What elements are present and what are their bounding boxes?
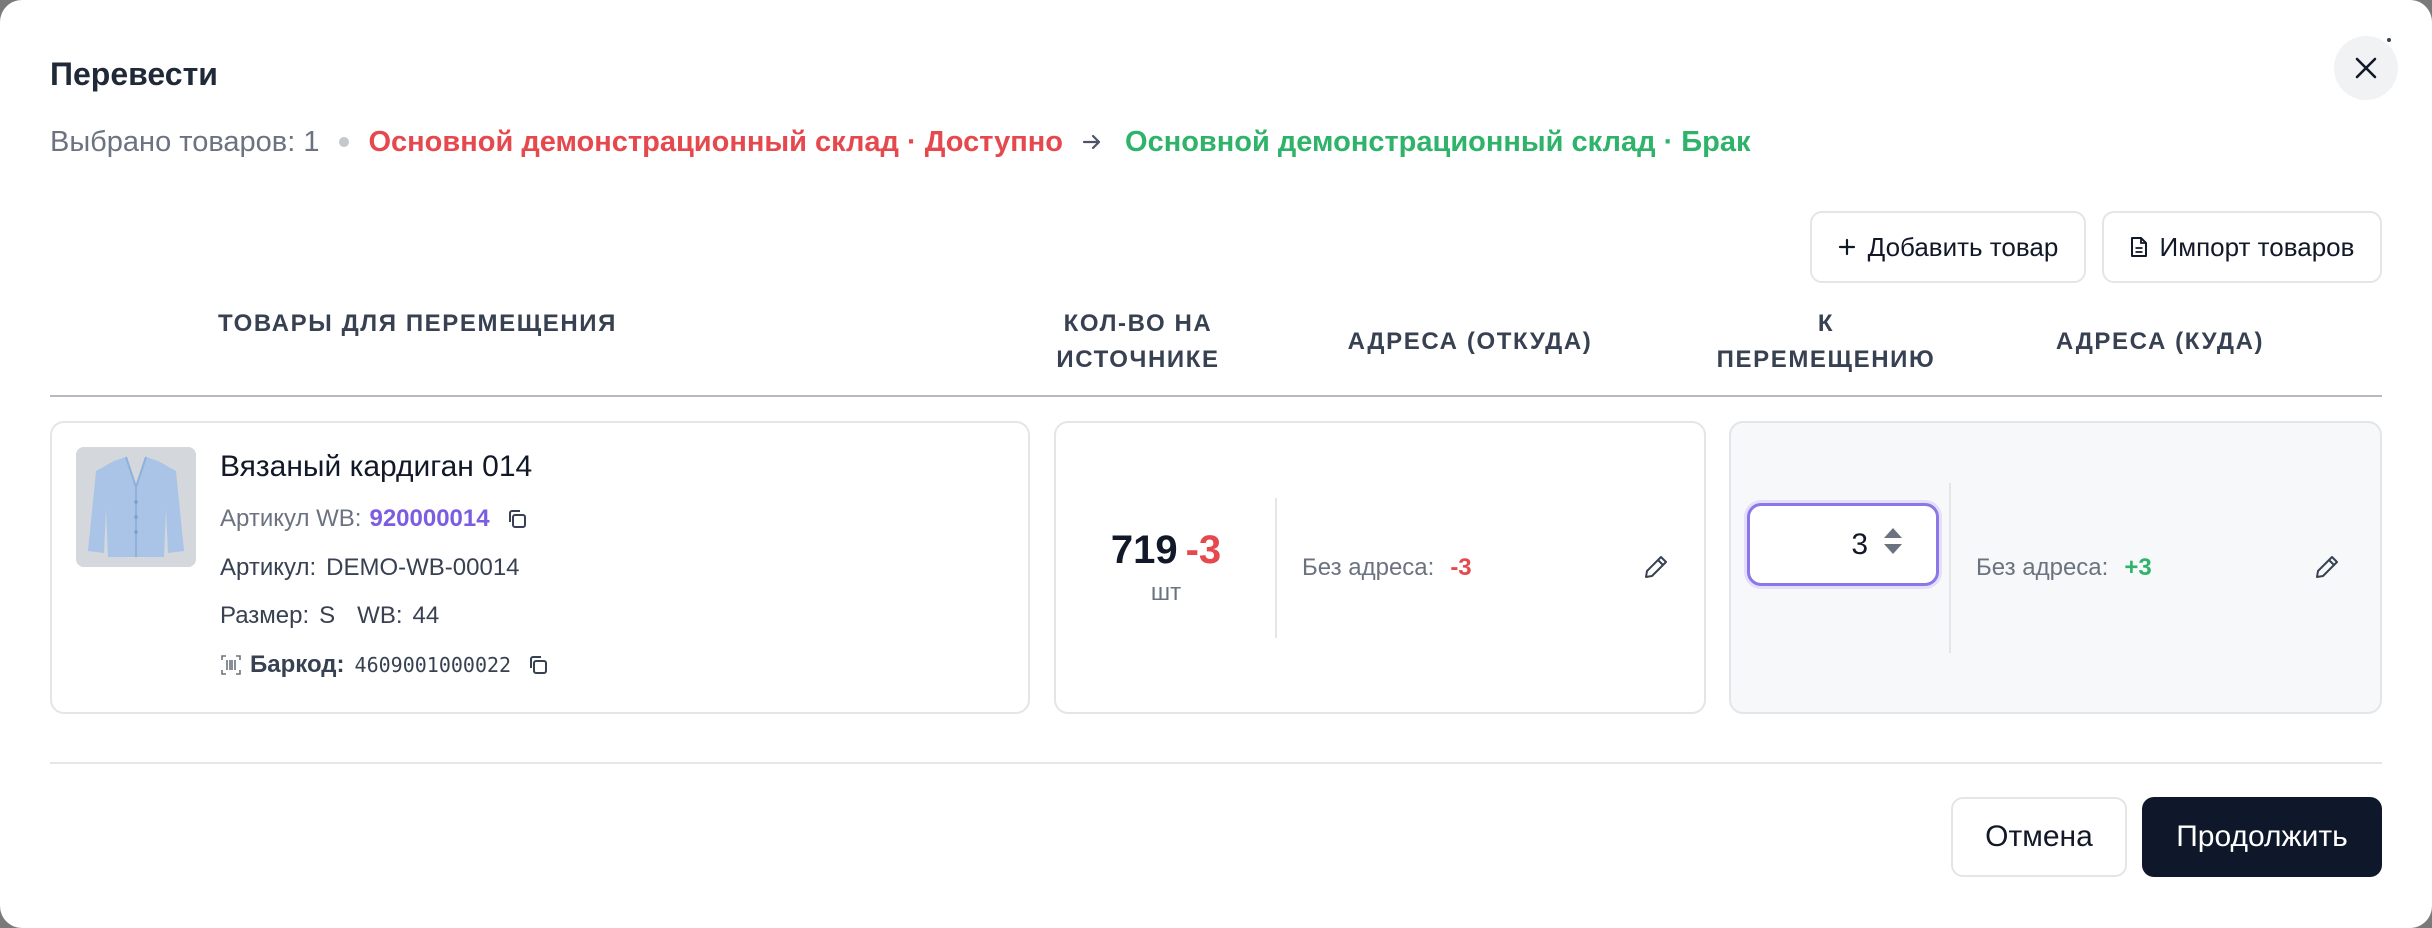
- add-product-button[interactable]: Добавить товар: [1810, 211, 2086, 283]
- column-header-source-qty: Кол-во на источнике: [1040, 306, 1236, 378]
- target-card: 3 Без адреса: +3: [1729, 421, 2382, 714]
- close-button[interactable]: [2334, 36, 2398, 100]
- transfer-dialog: Перевести Выбрано товаров: 1 Основной де…: [0, 0, 2432, 928]
- source-qty-unit: шт: [1150, 579, 1182, 606]
- article-label: Артикул:: [220, 554, 317, 581]
- stepper-down-arrow[interactable]: [1884, 544, 1902, 554]
- target-divider: [1949, 483, 1951, 653]
- continue-button[interactable]: Продолжить: [2142, 797, 2382, 877]
- to-address-label: Без адреса:: [1976, 553, 2109, 581]
- copy-icon: [508, 510, 526, 528]
- from-address-delta: -3: [1450, 553, 1472, 581]
- move-quantity-stepper[interactable]: 3: [1747, 503, 1939, 586]
- pencil-icon: [2316, 556, 2338, 578]
- product-thumbnail: [76, 447, 196, 567]
- copy-icon: [530, 656, 548, 674]
- from-location: Основной демонстрационный склад · Доступ…: [368, 125, 1064, 158]
- barcode-icon: [221, 655, 241, 675]
- move-quantity-value[interactable]: 3: [1750, 528, 1868, 562]
- stepper-up-arrow[interactable]: [1884, 528, 1902, 538]
- cancel-button[interactable]: Отмена: [1951, 797, 2127, 877]
- column-header-source-qty-line2: источнике: [1056, 346, 1220, 373]
- wb-size-value: 44: [412, 602, 440, 629]
- stepper-arrows-icon[interactable]: [1884, 528, 1902, 554]
- add-product-label: Добавить товар: [1867, 231, 2059, 262]
- wb-article-line: Артикул WB: 920000014: [220, 505, 528, 533]
- product-card: Вязаный кардиган 014 Артикул WB: 9200000…: [50, 421, 1030, 714]
- edit-to-address-button[interactable]: [2311, 551, 2343, 583]
- article-line: Артикул: DEMO-WB-00014: [220, 554, 520, 582]
- arrow-right-icon: [1081, 131, 1103, 153]
- edit-from-address-button[interactable]: [1640, 551, 1672, 583]
- article-value: DEMO-WB-00014: [326, 554, 520, 581]
- to-address: Без адреса: +3: [1976, 423, 2152, 712]
- from-address-label: Без адреса:: [1302, 553, 1435, 581]
- separator-dot: [339, 137, 350, 147]
- copy-wb-article-button[interactable]: [506, 508, 528, 530]
- size-line: Размер: S WB: 44: [220, 602, 439, 630]
- source-qty-line: 719 -3: [1111, 528, 1221, 573]
- wb-size-label: WB:: [357, 602, 403, 629]
- pencil-icon: [1645, 556, 1667, 578]
- wb-article-label: Артикул WB:: [220, 505, 362, 532]
- size-label: Размер:: [220, 602, 310, 629]
- barcode-value: 4609001000022: [354, 653, 512, 677]
- footer-divider: [50, 762, 2382, 764]
- selected-count: Выбрано товаров: 1: [50, 125, 320, 158]
- wb-article-link[interactable]: 920000014: [369, 505, 489, 533]
- source-card: 719 -3 шт Без адреса: -3: [1054, 421, 1706, 714]
- column-header-products: Товары для перемещения: [218, 310, 617, 337]
- header-divider: [50, 395, 2382, 397]
- column-header-to-move-line2: перемещению: [1716, 346, 1936, 373]
- size-value: S: [319, 602, 336, 629]
- column-header-to-move: К перемещению: [1700, 306, 1952, 378]
- barcode-label: Баркод:: [250, 651, 345, 678]
- column-header-source-qty-line1: Кол-во на: [1063, 310, 1213, 337]
- dialog-title: Перевести: [50, 56, 218, 92]
- document-icon: [2130, 237, 2147, 257]
- import-products-label: Импорт товаров: [2159, 231, 2355, 262]
- source-quantity: 719 -3 шт: [1056, 423, 1276, 712]
- close-icon: [2355, 57, 2377, 79]
- column-header-to-addresses: Адреса (куда): [2055, 328, 2265, 355]
- copy-barcode-button[interactable]: [527, 654, 549, 676]
- plus-icon: [1838, 238, 1855, 256]
- transfer-summary: Выбрано товаров: 1 Основной демонстрацио…: [50, 122, 1750, 162]
- column-header-to-move-line1: К: [1817, 310, 1835, 337]
- source-divider: [1275, 498, 1277, 638]
- product-name: Вязаный кардиган 014: [220, 450, 533, 483]
- column-header-from-addresses: Адреса (откуда): [1347, 328, 1593, 355]
- barcode-line: Баркод: 4609001000022: [220, 651, 549, 679]
- source-qty-delta: -3: [1185, 528, 1222, 572]
- from-address: Без адреса: -3: [1302, 423, 1472, 712]
- corner-dot: [2387, 38, 2391, 42]
- to-location: Основной демонстрационный склад · Брак: [1125, 125, 1751, 158]
- source-qty-value: 719: [1110, 528, 1178, 572]
- to-address-delta: +3: [2124, 553, 2152, 581]
- import-products-button[interactable]: Импорт товаров: [2102, 211, 2382, 283]
